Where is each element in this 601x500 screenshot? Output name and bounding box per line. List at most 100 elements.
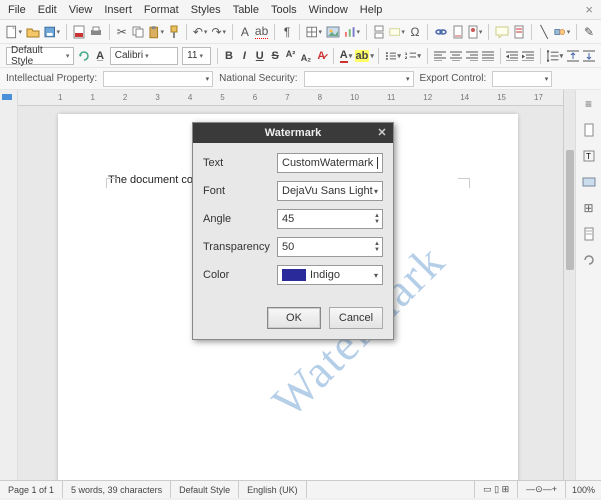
scrollbar-thumb[interactable] bbox=[566, 150, 574, 270]
ip-combo[interactable]: ▾ bbox=[103, 71, 213, 87]
angle-spinner[interactable]: 45▲▼ bbox=[277, 209, 383, 229]
status-style[interactable]: Default Style bbox=[171, 481, 239, 498]
footnote-icon[interactable] bbox=[452, 24, 464, 40]
sidebar-page-icon[interactable] bbox=[581, 122, 597, 138]
dialog-titlebar[interactable]: Watermark ✕ bbox=[193, 123, 393, 143]
menu-tools[interactable]: Tools bbox=[271, 4, 297, 16]
font-combo[interactable]: DejaVu Sans Light▾ bbox=[277, 181, 383, 201]
sidebar: ≡ T ⊞ bbox=[575, 90, 601, 480]
find-icon[interactable]: A bbox=[239, 24, 251, 40]
update-style-icon[interactable] bbox=[78, 48, 90, 64]
align-left-icon[interactable] bbox=[434, 48, 446, 64]
bold-icon[interactable]: B bbox=[223, 48, 234, 64]
para-space-dec-icon[interactable] bbox=[583, 48, 595, 64]
dialog-close-icon[interactable]: ✕ bbox=[375, 125, 389, 139]
paste-icon[interactable] bbox=[148, 24, 164, 40]
bookmark-icon[interactable] bbox=[468, 24, 483, 40]
paragraph-style-combo[interactable]: Default Style▾ bbox=[6, 47, 74, 65]
comment-icon[interactable] bbox=[495, 24, 509, 40]
export-pdf-icon[interactable] bbox=[73, 24, 85, 40]
line-icon[interactable]: ╲ bbox=[538, 24, 550, 40]
sidebar-changes-icon[interactable] bbox=[581, 252, 597, 268]
field-icon[interactable] bbox=[389, 24, 405, 40]
svg-text:T: T bbox=[586, 152, 591, 161]
status-spacer bbox=[307, 481, 476, 498]
image-insert-icon[interactable] bbox=[326, 24, 340, 40]
para-space-inc-icon[interactable] bbox=[567, 48, 579, 64]
menu-edit[interactable]: Edit bbox=[38, 4, 57, 16]
indent-inc-icon[interactable] bbox=[506, 48, 518, 64]
hyperlink-icon[interactable] bbox=[434, 24, 448, 40]
ns-combo[interactable]: ▾ bbox=[304, 71, 414, 87]
status-words[interactable]: 5 words, 39 characters bbox=[63, 481, 171, 498]
special-char-icon[interactable]: Ω bbox=[409, 24, 421, 40]
horizontal-ruler[interactable]: 11234567810111214151718 bbox=[18, 90, 563, 106]
indent-dec-icon[interactable] bbox=[522, 48, 534, 64]
text-input[interactable]: CustomWatermark bbox=[277, 153, 383, 173]
cancel-button[interactable]: Cancel bbox=[329, 307, 383, 329]
table-insert-icon[interactable] bbox=[306, 24, 322, 40]
close-icon[interactable]: × bbox=[585, 2, 593, 17]
copy-icon[interactable] bbox=[132, 24, 144, 40]
vertical-ruler[interactable] bbox=[0, 90, 18, 480]
save-icon[interactable] bbox=[44, 24, 60, 40]
chart-icon[interactable] bbox=[344, 24, 360, 40]
transparency-spinner[interactable]: 50▲▼ bbox=[277, 237, 383, 257]
color-combo[interactable]: Indigo▾ bbox=[277, 265, 383, 285]
strike-icon[interactable]: S bbox=[269, 48, 280, 64]
menu-help[interactable]: Help bbox=[360, 4, 383, 16]
sidebar-navigator-icon[interactable]: ⊞ bbox=[581, 200, 597, 216]
status-bar: Page 1 of 1 5 words, 39 characters Defau… bbox=[0, 480, 601, 498]
font-color-icon[interactable]: A bbox=[340, 48, 352, 64]
menu-window[interactable]: Window bbox=[309, 4, 348, 16]
spellcheck-icon[interactable]: ab bbox=[255, 24, 268, 40]
shapes-icon[interactable] bbox=[554, 24, 570, 40]
pagebreak-icon[interactable] bbox=[373, 24, 385, 40]
status-view-icons[interactable]: ▭ ▯ ⊞ bbox=[475, 481, 518, 498]
standard-toolbar: ✂ ↶ ↷ A ab ¶ Ω ╲ ✎ bbox=[0, 20, 601, 44]
clone-format-icon[interactable] bbox=[168, 24, 180, 40]
sidebar-styles-icon[interactable]: T bbox=[581, 148, 597, 164]
font-name-combo[interactable]: Calibri▾ bbox=[110, 47, 178, 65]
font-size-combo[interactable]: 11▾ bbox=[182, 47, 211, 65]
underline-icon[interactable]: U bbox=[254, 48, 265, 64]
new-icon[interactable] bbox=[6, 24, 22, 40]
linespacing-icon[interactable] bbox=[547, 48, 563, 64]
ns-label: National Security: bbox=[219, 73, 297, 84]
numbering-icon[interactable]: 12 bbox=[405, 48, 421, 64]
menu-format[interactable]: Format bbox=[144, 4, 179, 16]
open-icon[interactable] bbox=[26, 24, 40, 40]
status-page[interactable]: Page 1 of 1 bbox=[0, 481, 63, 498]
vertical-scrollbar[interactable] bbox=[563, 90, 575, 480]
clear-format-icon[interactable]: A̷ bbox=[316, 48, 327, 64]
nonprint-icon[interactable]: ¶ bbox=[281, 24, 293, 40]
highlight-icon[interactable]: ab bbox=[356, 48, 372, 64]
new-style-icon[interactable]: A̲ bbox=[94, 48, 105, 64]
italic-icon[interactable]: I bbox=[239, 48, 250, 64]
status-zoom-slider[interactable]: —⊙—+ bbox=[518, 481, 566, 498]
bullets-icon[interactable] bbox=[385, 48, 401, 64]
status-lang[interactable]: English (UK) bbox=[239, 481, 307, 498]
justify-icon[interactable] bbox=[482, 48, 494, 64]
trackchanges-icon[interactable] bbox=[513, 24, 525, 40]
align-right-icon[interactable] bbox=[466, 48, 478, 64]
subscript-icon[interactable]: A₂ bbox=[300, 50, 311, 66]
undo-icon[interactable]: ↶ bbox=[193, 24, 208, 40]
superscript-icon[interactable]: A² bbox=[285, 46, 296, 62]
ec-combo[interactable]: ▾ bbox=[492, 71, 552, 87]
sidebar-properties-icon[interactable]: ≡ bbox=[581, 96, 597, 112]
cut-icon[interactable]: ✂ bbox=[116, 24, 128, 40]
redo-icon[interactable]: ↷ bbox=[211, 24, 226, 40]
menu-insert[interactable]: Insert bbox=[104, 4, 132, 16]
sidebar-page2-icon[interactable] bbox=[581, 226, 597, 242]
menu-table[interactable]: Table bbox=[233, 4, 259, 16]
sidebar-gallery-icon[interactable] bbox=[581, 174, 597, 190]
draw-icon[interactable]: ✎ bbox=[583, 24, 595, 40]
ok-button[interactable]: OK bbox=[267, 307, 321, 329]
menu-view[interactable]: View bbox=[69, 4, 93, 16]
menu-styles[interactable]: Styles bbox=[191, 4, 221, 16]
print-icon[interactable] bbox=[89, 24, 103, 40]
menu-file[interactable]: File bbox=[8, 4, 26, 16]
align-center-icon[interactable] bbox=[450, 48, 462, 64]
status-zoom[interactable]: 100% bbox=[566, 485, 601, 495]
